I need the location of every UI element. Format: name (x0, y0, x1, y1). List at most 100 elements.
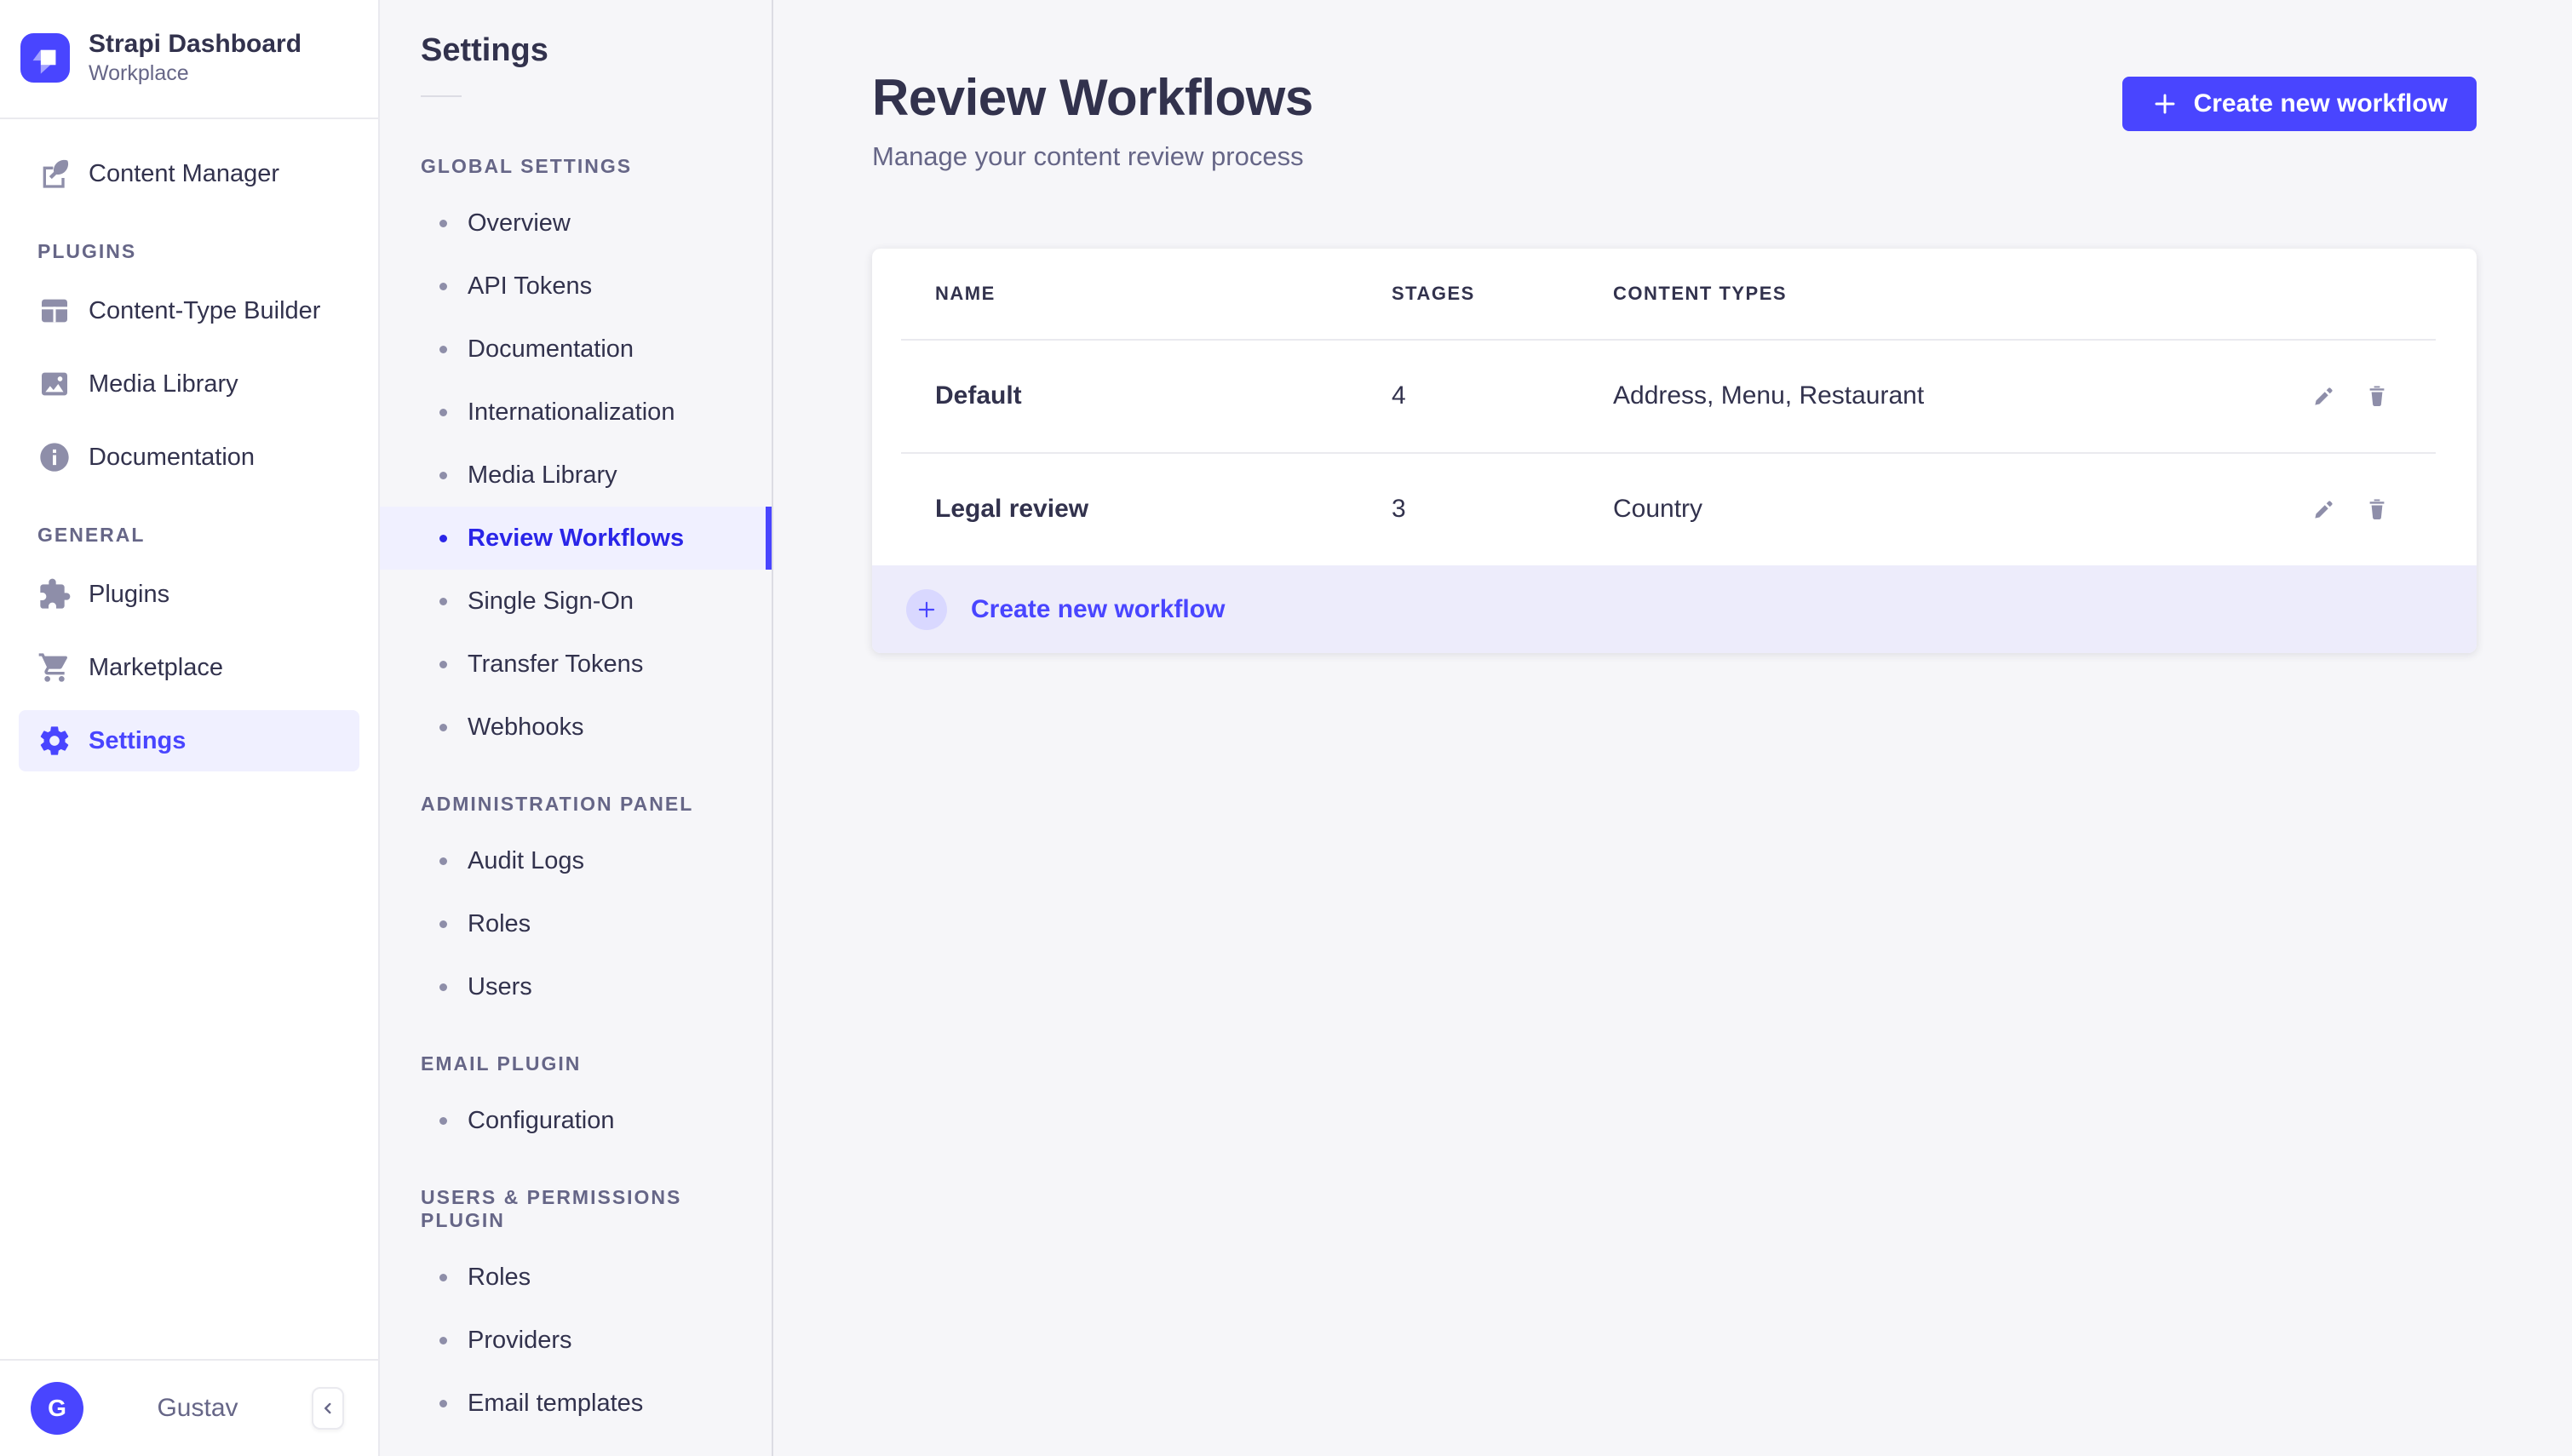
workflow-stages: 4 (1392, 381, 1406, 410)
delete-workflow-button[interactable] (2362, 381, 2391, 410)
subnav-item-label: Roles (468, 909, 531, 937)
create-workflow-row[interactable]: Create new workflow (872, 565, 2477, 653)
sidebar-item-marketplace[interactable]: Marketplace (19, 637, 359, 698)
sidebar-item-documentation[interactable]: Documentation (19, 427, 359, 488)
sidebar-item-label: Plugins (89, 580, 170, 608)
row-actions (2230, 495, 2391, 524)
subnav-item-label: Single Sign-On (468, 587, 634, 615)
column-header-content-types: CONTENT TYPES (1613, 283, 1788, 304)
sidebar-item-media-library[interactable]: Media Library (19, 353, 359, 415)
subnav-item-internationalization[interactable]: Internationalization (380, 381, 772, 444)
sidebar-item-label: Settings (89, 726, 187, 754)
subnav-item-single-sign-on[interactable]: Single Sign-On (380, 570, 772, 633)
sidebar-footer: G Gustav (0, 1359, 378, 1456)
subnav-item-label: Advanced settings (468, 1453, 669, 1456)
bullet-icon (439, 983, 447, 991)
feather-icon (43, 159, 69, 188)
table-row-legal-review[interactable]: Legal review 3 Country (872, 452, 2477, 565)
workflow-stages: 3 (1392, 494, 1406, 523)
subnav-item-up-providers[interactable]: Providers (380, 1309, 772, 1372)
subnav-item-webhooks[interactable]: Webhooks (380, 696, 772, 759)
subnav-item-up-email-templates[interactable]: Email templates (380, 1372, 772, 1435)
subnav-item-up-advanced-settings[interactable]: Advanced settings (380, 1435, 772, 1456)
strapi-admin-app: Strapi Dashboard Workplace Content Manag… (0, 0, 2572, 1456)
subnav-item-label: API Tokens (468, 272, 593, 300)
create-workflow-row-label: Create new workflow (971, 594, 1226, 623)
bullet-icon (439, 857, 447, 865)
page-header: Review Workflows Manage your content rev… (872, 66, 2477, 174)
plus-icon (918, 601, 935, 617)
subnav-rule (421, 95, 462, 97)
workflow-content-types: Country (1613, 494, 1703, 523)
page-title: Review Workflows (872, 69, 1313, 126)
subnav-header: Settings (380, 0, 772, 97)
sidebar-item-plugins[interactable]: Plugins (19, 564, 359, 625)
subnav-item-api-tokens[interactable]: API Tokens (380, 255, 772, 318)
bullet-icon (439, 219, 447, 227)
trash-icon (2369, 499, 2385, 519)
sidebar-item-label: Content-Type Builder (89, 296, 321, 324)
subnav-item-label: Documentation (468, 335, 634, 363)
subnav-list: GLOBAL SETTINGS Overview API Tokens Docu… (380, 121, 772, 1456)
subnav-item-admin-users[interactable]: Users (380, 955, 772, 1018)
edit-workflow-button[interactable] (2310, 381, 2339, 410)
subnav-item-review-workflows[interactable]: Review Workflows (380, 507, 772, 570)
subnav-item-documentation[interactable]: Documentation (380, 318, 772, 381)
plus-icon (2155, 94, 2175, 114)
subnav-item-email-configuration[interactable]: Configuration (380, 1089, 772, 1152)
sidebar-item-label: Content Manager (89, 159, 280, 187)
subnav-item-label: Webhooks (468, 713, 584, 741)
main-content: Review Workflows Manage your content rev… (773, 0, 2572, 1456)
table-header-row: NAME STAGES CONTENT TYPES (872, 249, 2477, 339)
column-header-stages: STAGES (1392, 283, 1475, 304)
bullet-icon (439, 534, 447, 542)
create-workflow-button-label: Create new workflow (2193, 89, 2448, 118)
brand-title: Strapi Dashboard (89, 30, 302, 58)
subnav-item-label: Media Library (468, 461, 617, 489)
edit-workflow-button[interactable] (2310, 495, 2339, 524)
subnav-item-label: Email templates (468, 1389, 644, 1417)
sidebar-item-content-type-builder[interactable]: Content-Type Builder (19, 280, 359, 341)
workflow-name: Default (935, 381, 1022, 410)
subnav-item-up-roles[interactable]: Roles (380, 1246, 772, 1309)
gear-icon (40, 726, 69, 755)
sidebar-item-content-manager[interactable]: Content Manager (19, 143, 359, 204)
subnav-section-email-plugin: EMAIL PLUGIN (421, 1052, 582, 1075)
cart-icon (38, 653, 67, 682)
layout-icon (42, 299, 67, 323)
subnav-item-label: Users (468, 972, 532, 1000)
sidebar-item-settings[interactable]: Settings (19, 710, 359, 771)
bullet-icon (439, 471, 447, 479)
subnav-item-transfer-tokens[interactable]: Transfer Tokens (380, 633, 772, 696)
create-workflow-button[interactable]: Create new workflow (2121, 77, 2477, 131)
subnav-item-label: Providers (468, 1326, 572, 1354)
subnav-section-global-settings: GLOBAL SETTINGS (421, 155, 633, 177)
subnav-item-admin-roles[interactable]: Roles (380, 892, 772, 955)
subnav-item-overview[interactable]: Overview (380, 192, 772, 255)
subnav-item-label: Internationalization (468, 398, 675, 426)
subnav-item-label: Audit Logs (468, 846, 585, 874)
bullet-icon (439, 1273, 447, 1281)
subnav-item-label: Roles (468, 1263, 531, 1291)
avatar[interactable]: G (31, 1382, 83, 1435)
delete-workflow-button[interactable] (2362, 495, 2391, 524)
subnav-item-label: Transfer Tokens (468, 650, 644, 678)
workflows-table-card: NAME STAGES CONTENT TYPES Default 4 Addr… (872, 249, 2477, 653)
sidebar-item-label: Media Library (89, 370, 238, 398)
subnav-section-administration-panel: ADMINISTRATION PANEL (421, 793, 694, 815)
primary-sidebar: Strapi Dashboard Workplace Content Manag… (0, 0, 380, 1456)
workspace-switcher[interactable]: Strapi Dashboard Workplace (0, 0, 378, 118)
table-row-default[interactable]: Default 4 Address, Menu, Restaurant (872, 339, 2477, 452)
subnav-item-media-library[interactable]: Media Library (380, 444, 772, 507)
workflow-content-types: Address, Menu, Restaurant (1613, 381, 1925, 410)
subnav-item-audit-logs[interactable]: Audit Logs (380, 829, 772, 892)
pencil-icon (2315, 387, 2333, 405)
collapse-sidebar-button[interactable] (312, 1387, 344, 1430)
avatar-initial: G (48, 1395, 66, 1421)
brand-workspace: Workplace (89, 61, 189, 85)
page-header-text: Review Workflows Manage your content rev… (872, 66, 1313, 174)
subnav-title: Settings (421, 32, 548, 68)
sidebar-section-plugins: PLUGINS (37, 240, 137, 262)
page-subtitle: Manage your content review process (872, 141, 1304, 171)
plus-circle-icon (906, 588, 947, 630)
